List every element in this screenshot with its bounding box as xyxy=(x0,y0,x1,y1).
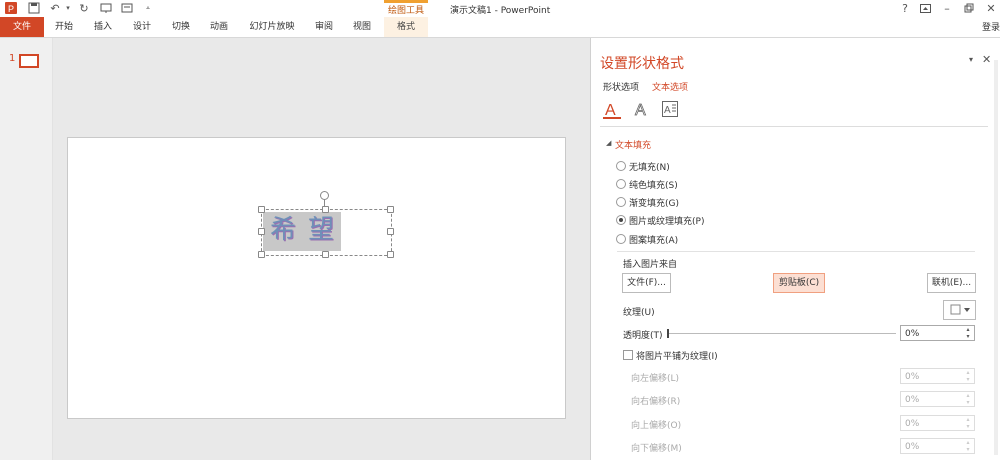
tab-slideshow[interactable]: 幻灯片放映 xyxy=(244,17,300,37)
pane-divider xyxy=(600,126,988,127)
pane-title: 设置形状格式 xyxy=(600,56,684,72)
svg-text:A: A xyxy=(605,102,616,119)
options-divider xyxy=(617,251,975,252)
undo-icon[interactable]: ↶ xyxy=(48,1,62,15)
tile-checkbox[interactable] xyxy=(623,350,633,360)
offset-right-value: 0% xyxy=(905,395,920,405)
offset-top-spinner[interactable]: 0% ▴ ▾ xyxy=(900,415,975,431)
label-picture-fill: 图片或纹理填充(P) xyxy=(629,217,705,227)
section-title-text-fill[interactable]: 文本填充 xyxy=(615,138,651,151)
tab-view[interactable]: 视图 xyxy=(347,17,377,37)
resize-handle-tc[interactable] xyxy=(322,206,329,213)
transparency-spinner[interactable]: 0% ▴ ▾ xyxy=(900,325,975,341)
slide-number: 1 xyxy=(9,53,16,64)
slide-thumbnail[interactable] xyxy=(19,54,39,68)
file-button[interactable]: 文件(F)... xyxy=(622,273,671,293)
resize-handle-bl[interactable] xyxy=(258,251,265,258)
offset-bottom-label: 向下偏移(M) xyxy=(631,444,682,454)
slide-thumbnails-pane xyxy=(0,38,53,460)
offset-top-value: 0% xyxy=(905,419,920,429)
textbox-layout-icon[interactable]: A xyxy=(662,101,678,117)
tab-home[interactable]: 开始 xyxy=(49,17,79,37)
window-title: 演示文稿1 - PowerPoint xyxy=(450,6,551,16)
radio-pattern-fill[interactable] xyxy=(616,234,626,244)
online-button[interactable]: 联机(E)... xyxy=(927,273,976,293)
customize-toolbar-icon[interactable]: ⩡ xyxy=(141,1,155,15)
radio-gradient-fill[interactable] xyxy=(616,197,626,207)
minimize-icon[interactable]: – xyxy=(940,1,954,15)
tile-label: 将图片平铺为纹理(I) xyxy=(636,352,718,362)
ribbon-display-options-icon[interactable] xyxy=(918,1,932,15)
close-icon[interactable]: ✕ xyxy=(984,1,998,15)
pane-close-icon[interactable]: ✕ xyxy=(982,53,991,66)
contextual-group-label: 绘图工具 xyxy=(387,6,424,16)
ribbon-tabs: 文件 开始 插入 设计 切换 动画 幻灯片放映 审阅 视图 格式 登录 xyxy=(0,17,1000,38)
tab-shape-options[interactable]: 形状选项 xyxy=(603,80,639,93)
offset-left-value: 0% xyxy=(905,372,920,382)
offset-bottom-spinner[interactable]: 0% ▴ ▾ xyxy=(900,438,975,454)
tab-review[interactable]: 审阅 xyxy=(309,17,339,37)
transparency-slider-thumb[interactable] xyxy=(667,329,669,338)
tab-format[interactable]: 格式 xyxy=(384,17,428,37)
transparency-value: 0% xyxy=(905,329,920,339)
resize-handle-br[interactable] xyxy=(387,251,394,258)
radio-solid-fill[interactable] xyxy=(616,179,626,189)
help-button[interactable]: ? xyxy=(898,1,912,15)
offset-right-spinner[interactable]: 0% ▴ ▾ xyxy=(900,391,975,407)
tab-insert[interactable]: 插入 xyxy=(88,17,118,37)
resize-handle-tl[interactable] xyxy=(258,206,265,213)
undo-dropdown-icon[interactable]: ▾ xyxy=(61,1,75,15)
insert-picture-from-label: 插入图片来自 xyxy=(623,260,678,270)
tab-design[interactable]: 设计 xyxy=(127,17,157,37)
slideshow-icon[interactable] xyxy=(120,1,134,15)
svg-text:P: P xyxy=(8,4,14,14)
transparency-label: 透明度(T) xyxy=(623,331,663,341)
resize-handle-tr[interactable] xyxy=(387,206,394,213)
texture-label: 纹理(U) xyxy=(623,308,655,318)
label-pattern-fill: 图案填充(A) xyxy=(629,236,679,246)
offset-bottom-value: 0% xyxy=(905,442,920,452)
redo-icon[interactable]: ↻ xyxy=(77,1,91,15)
resize-handle-mr[interactable] xyxy=(387,228,394,235)
text-fill-outline-icon[interactable]: A xyxy=(603,100,621,120)
radio-no-fill[interactable] xyxy=(616,161,626,171)
pane-scrollbar[interactable] xyxy=(994,60,998,455)
start-from-beginning-icon[interactable] xyxy=(99,1,113,15)
label-solid-fill: 纯色填充(S) xyxy=(629,181,678,191)
spinner-arrows-icon: ▴ ▾ xyxy=(966,392,970,406)
title-bar: P ↶ ▾ ↻ ⩡ 绘图工具 演示文稿1 - PowerPoint ? – ✕ xyxy=(0,0,1000,17)
tab-animations[interactable]: 动画 xyxy=(204,17,234,37)
restore-icon[interactable] xyxy=(962,1,976,15)
tab-file[interactable]: 文件 xyxy=(0,17,44,37)
textbox-text: 希望 xyxy=(270,215,347,245)
resize-handle-bc[interactable] xyxy=(322,251,329,258)
spinner-arrows-icon[interactable]: ▴ ▾ xyxy=(964,326,972,340)
svg-text:A: A xyxy=(635,102,646,118)
transparency-slider-track[interactable] xyxy=(667,333,896,334)
offset-left-spinner[interactable]: 0% ▴ ▾ xyxy=(900,368,975,384)
label-no-fill: 无填充(N) xyxy=(629,163,670,173)
texture-dropdown[interactable] xyxy=(943,300,976,320)
label-gradient-fill: 渐变填充(G) xyxy=(629,199,679,209)
signin-link[interactable]: 登录 xyxy=(982,20,1000,33)
slide-canvas[interactable] xyxy=(67,137,566,419)
text-effects-icon[interactable]: A xyxy=(633,100,649,120)
offset-right-label: 向右偏移(R) xyxy=(631,397,681,407)
clipboard-button[interactable]: 剪贴板(C) xyxy=(773,273,825,293)
powerpoint-logo-icon: P xyxy=(4,1,18,15)
offset-top-label: 向上偏移(O) xyxy=(631,421,682,431)
save-icon[interactable] xyxy=(27,1,41,15)
section-collapse-icon[interactable]: ◢ xyxy=(606,139,611,147)
pane-options-icon[interactable]: ▾ xyxy=(969,55,973,64)
tab-text-options[interactable]: 文本选项 xyxy=(652,80,688,93)
resize-handle-ml[interactable] xyxy=(258,228,265,235)
rotate-handle[interactable] xyxy=(320,191,329,200)
offset-left-label: 向左偏移(L) xyxy=(631,374,680,384)
spinner-arrows-icon: ▴ ▾ xyxy=(966,369,970,383)
radio-picture-fill[interactable] xyxy=(616,215,626,225)
spinner-arrows-icon: ▴ ▾ xyxy=(966,439,970,453)
tab-transitions[interactable]: 切换 xyxy=(166,17,196,37)
svg-text:A: A xyxy=(664,105,671,116)
spinner-arrows-icon: ▴ ▾ xyxy=(966,416,970,430)
